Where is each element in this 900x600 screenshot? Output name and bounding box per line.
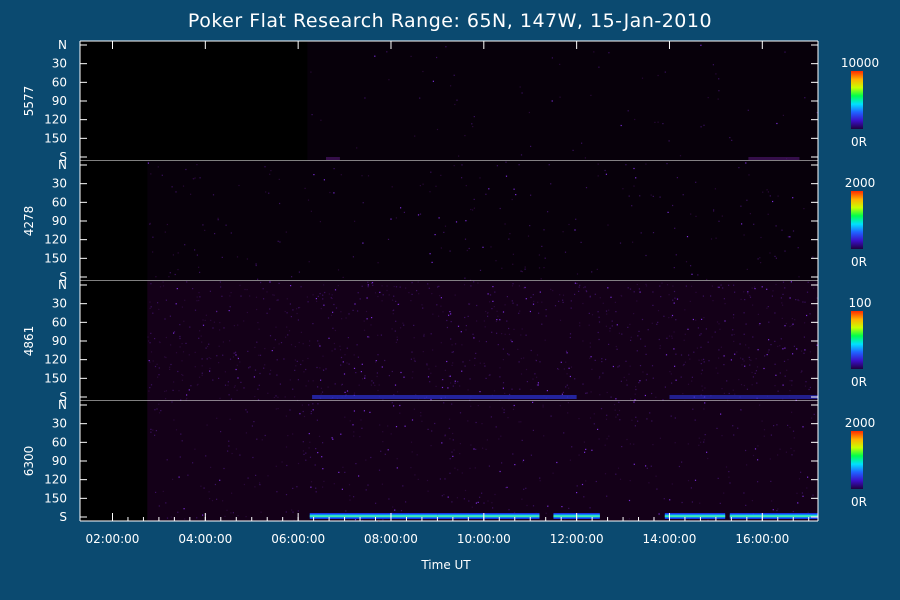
- colorbar-min-label: 0R: [851, 255, 867, 269]
- y-tick-label: 60: [52, 435, 67, 449]
- y-tick-label: 60: [52, 315, 67, 329]
- y-tick-label: 120: [44, 353, 67, 367]
- colorbar-min-label: 0R: [851, 375, 867, 389]
- y-tick-label: 30: [52, 57, 67, 71]
- y-tick-label: 60: [52, 195, 67, 209]
- y-tick-label: 30: [52, 177, 67, 191]
- colorbar-4278: [851, 191, 863, 249]
- x-tick-label: 10:00:00: [457, 532, 511, 546]
- y-tick-label: 150: [44, 371, 67, 385]
- panel-4278-data-region: [147, 161, 818, 281]
- x-tick-label: 14:00:00: [643, 532, 697, 546]
- panel-label-6300: 6300: [22, 446, 36, 477]
- x-tick-label: 06:00:00: [271, 532, 325, 546]
- x-tick-label: 12:00:00: [550, 532, 604, 546]
- panel-4861-band-0: [312, 395, 577, 399]
- x-tick-label: 04:00:00: [178, 532, 232, 546]
- y-tick-label: 120: [44, 473, 67, 487]
- colorbar-max-label: 100: [849, 296, 872, 310]
- y-tick-label: 120: [44, 113, 67, 127]
- panel-label-5577: 5577: [22, 86, 36, 117]
- keogram-plot: N306090120150S5577N306090120150S4278N306…: [22, 38, 879, 572]
- colorbar-max-label: 2000: [845, 176, 876, 190]
- colorbar-max-label: 10000: [841, 56, 879, 70]
- keogram-chart: Poker Flat Research Range: 65N, 147W, 15…: [0, 0, 900, 600]
- y-tick-label: N: [58, 398, 67, 412]
- x-tick-label: 08:00:00: [364, 532, 418, 546]
- colorbar-max-label: 2000: [845, 416, 876, 430]
- panel-label-4278: 4278: [22, 206, 36, 237]
- panel-5577-data-region: [307, 41, 818, 161]
- y-tick-label: N: [58, 278, 67, 292]
- panel-6300-band-4: [729, 513, 818, 519]
- y-tick-label: 90: [52, 94, 67, 108]
- y-tick-label: S: [59, 510, 67, 524]
- y-tick-label: 90: [52, 214, 67, 228]
- colorbar-4861: [851, 311, 863, 369]
- y-tick-label: 150: [44, 491, 67, 505]
- panel-5577-band-0: [326, 157, 340, 160]
- panel-5577-band-1: [748, 157, 800, 160]
- x-axis-label: Time UT: [420, 558, 471, 572]
- y-tick-label: 30: [52, 297, 67, 311]
- colorbar-5577: [851, 71, 863, 129]
- x-tick-label: 02:00:00: [86, 532, 140, 546]
- panel-6300-data-region: [147, 401, 818, 521]
- panel-label-4861: 4861: [22, 326, 36, 357]
- y-tick-label: 30: [52, 417, 67, 431]
- panel-4861-band-1: [669, 395, 818, 399]
- y-tick-label: 150: [44, 131, 67, 145]
- panel-4861-data-region: [147, 281, 818, 401]
- y-tick-label: 90: [52, 454, 67, 468]
- y-tick-label: N: [58, 38, 67, 52]
- y-tick-label: 120: [44, 233, 67, 247]
- colorbar-6300: [851, 431, 863, 489]
- colorbar-min-label: 0R: [851, 135, 867, 149]
- x-tick-label: 16:00:00: [735, 532, 789, 546]
- y-tick-label: 60: [52, 75, 67, 89]
- y-tick-label: N: [58, 158, 67, 172]
- y-tick-label: 90: [52, 334, 67, 348]
- colorbar-min-label: 0R: [851, 495, 867, 509]
- y-tick-label: 150: [44, 251, 67, 265]
